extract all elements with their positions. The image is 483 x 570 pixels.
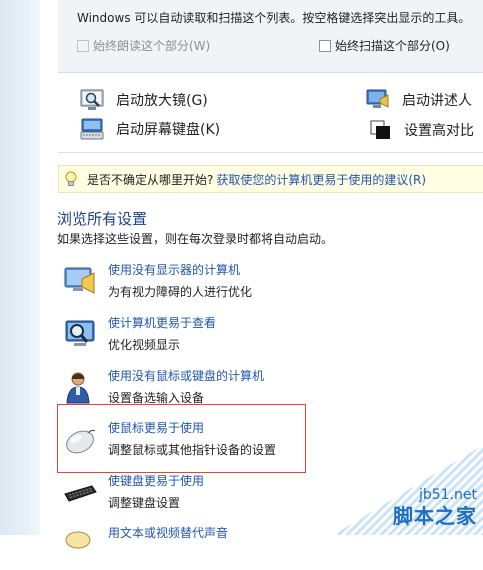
getting-started-tip: 是否不确定从哪里开始? 获取使您的计算机更易于使用的建议(R) (58, 165, 483, 193)
browse-settings-title: 浏览所有设置 (57, 210, 148, 228)
divider (58, 152, 483, 153)
checkbox-box[interactable] (319, 39, 331, 52)
start-narrator-label: 启动讲述人 (402, 93, 472, 109)
item-title[interactable]: 使用没有鼠标或键盘的计算机 (108, 367, 264, 384)
item-desc: 调整键盘设置 (108, 496, 181, 510)
watermark-name: 脚本之家 (393, 504, 477, 528)
monitor-speaker-icon (64, 267, 95, 294)
item-title[interactable]: 使计算机更易于查看 (108, 314, 216, 331)
always-scan-checkbox[interactable]: 始终扫描这个部分(O) (319, 37, 450, 54)
list-item-no-display[interactable]: 使用没有显示器的计算机 为有视力障碍的人进行优化 (62, 261, 312, 307)
start-onscreen-keyboard-link[interactable]: 启动屏幕键盘(K) (80, 118, 220, 140)
set-high-contrast-link[interactable]: 设置高对比 (370, 120, 474, 140)
site-watermark: jb51.net 脚本之家 (333, 445, 483, 535)
lightbulb-icon (65, 171, 77, 186)
item-title[interactable]: 使用没有显示器的计算机 (108, 261, 240, 278)
magnifier-icon (80, 89, 104, 110)
checkbox-box[interactable] (77, 39, 89, 52)
highlight-box (57, 404, 306, 473)
list-item-sound-alternatives[interactable]: 用文本或视频替代声音 (62, 524, 312, 570)
item-title[interactable]: 用文本或视频替代声音 (108, 524, 228, 541)
get-recommendations-link[interactable]: 获取使您的计算机更易于使用的建议(R) (216, 171, 426, 188)
always-scan-label: 始终扫描这个部分(O) (335, 39, 450, 53)
narrator-icon (366, 89, 389, 108)
left-navigation-pane (0, 0, 40, 535)
item-desc: 为有视力障碍的人进行优化 (108, 285, 253, 299)
magnifier-monitor-icon (65, 320, 95, 346)
item-title[interactable]: 使键盘更易于使用 (108, 472, 204, 489)
always-read-label: 始终朗读这个部分(W) (93, 39, 211, 53)
onscreen-keyboard-icon (80, 118, 104, 140)
start-narrator-link[interactable]: 启动讲述人 (366, 89, 472, 111)
set-high-contrast-label: 设置高对比 (404, 123, 474, 139)
list-item-keyboard[interactable]: 使键盘更易于使用 调整键盘设置 (62, 472, 312, 518)
speech-bubble-icon (65, 531, 91, 549)
scan-description: Windows 可以自动读取和扫描这个列表。按空格键选择突出显示的工具。 (77, 11, 471, 25)
keyboard-icon (64, 485, 97, 502)
start-magnifier-label: 启动放大镜(G) (116, 93, 208, 109)
person-icon (66, 372, 90, 404)
always-read-checkbox[interactable]: 始终朗读这个部分(W) (77, 37, 210, 54)
browse-settings-subtitle: 如果选择这些设置，则在每次登录时都将自动启动。 (57, 232, 334, 246)
list-item-easier-to-see[interactable]: 使计算机更易于查看 优化视频显示 (62, 314, 312, 360)
item-desc: 优化视频显示 (108, 338, 181, 352)
tip-prefix: 是否不确定从哪里开始? (87, 172, 214, 187)
start-onscreen-keyboard-label: 启动屏幕键盘(K) (116, 122, 221, 138)
start-magnifier-link[interactable]: 启动放大镜(G) (80, 89, 208, 111)
high-contrast-icon (370, 120, 390, 139)
